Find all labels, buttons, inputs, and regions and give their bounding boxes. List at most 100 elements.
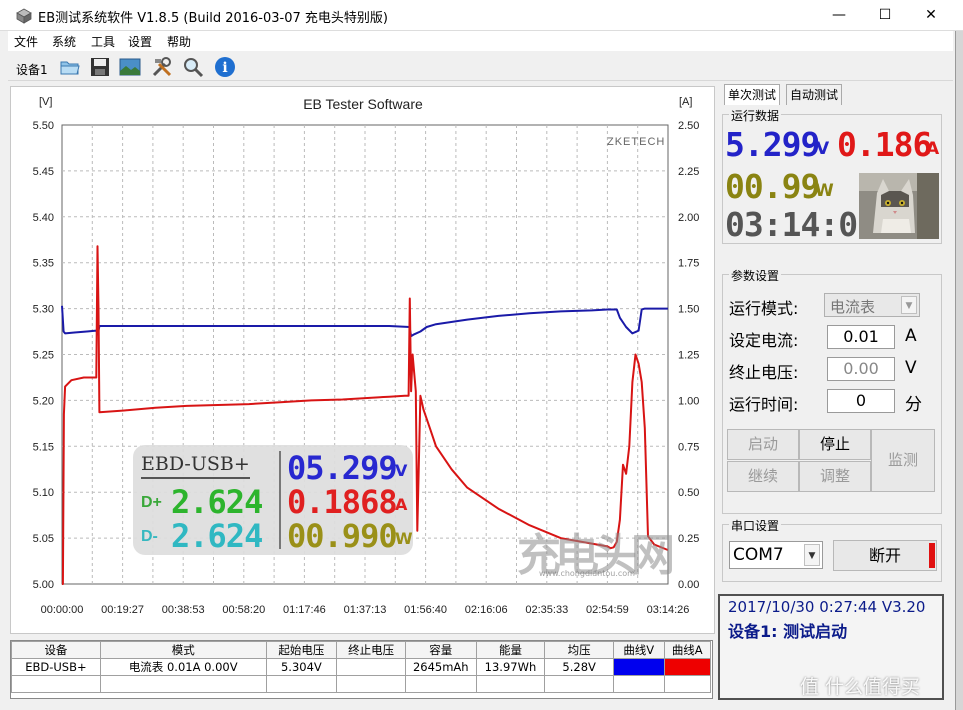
connection-status-indicator <box>929 543 935 568</box>
summary-grid: 设备 模式 起始电压 终止电压 容量 能量 均压 曲线V 曲线A EBD-USB… <box>10 640 713 699</box>
menu-settings[interactable]: 设置 <box>128 33 152 50</box>
right-tick-label: 2.50 <box>678 120 699 132</box>
x-tick-label: 02:16:06 <box>465 604 508 616</box>
start-button[interactable]: 启动 <box>727 429 799 460</box>
adjust-button[interactable]: 调整 <box>799 461 871 492</box>
site-watermark: 值 什么值得买 <box>800 676 921 698</box>
table-row[interactable]: EBD-USB+ 电流表 0.01A 0.00V 5.304V 2645mAh … <box>11 658 711 676</box>
app-icon <box>16 8 32 24</box>
left-tick-label: 5.30 <box>33 304 54 316</box>
mode-select[interactable]: 电流表 ▼ <box>824 293 920 317</box>
run-current-unit: A <box>926 139 940 159</box>
left-tick-label: 5.35 <box>33 258 54 270</box>
cell-start-voltage: 5.304V <box>265 658 338 676</box>
set-current-unit: A <box>905 326 917 346</box>
right-tick-label: 1.75 <box>678 258 699 270</box>
info-icon[interactable]: i <box>214 56 236 78</box>
run-voltage-unit: V <box>816 139 830 159</box>
chevron-down-icon: ▼ <box>901 296 917 314</box>
right-tick-label: 2.00 <box>678 212 699 224</box>
menu-tools[interactable]: 工具 <box>91 33 115 50</box>
run-time-field[interactable]: 0 <box>827 389 895 413</box>
x-tick-label: 02:35:33 <box>525 604 568 616</box>
x-tick-label: 02:54:59 <box>586 604 629 616</box>
x-tick-label: 00:58:20 <box>222 604 265 616</box>
set-current-label: 设定电流: <box>729 331 799 350</box>
x-tick-label: 00:19:27 <box>101 604 144 616</box>
tab-single-test[interactable]: 单次测试 <box>724 84 781 105</box>
background-window-edge <box>955 31 963 710</box>
left-tick-label: 5.25 <box>33 350 54 362</box>
right-tick-label: 1.00 <box>678 395 699 407</box>
search-icon[interactable] <box>182 56 204 78</box>
status-timestamp: 2017/10/30 0:27:44 V3.20 <box>728 598 926 616</box>
chart-title: EB Tester Software <box>303 96 423 112</box>
title-bar: EB测试系统软件 V1.8.5 (Build 2016-03-07 充电头特别版… <box>0 0 963 31</box>
right-tick-label: 0.25 <box>678 533 699 545</box>
serial-box: 串口设置 COM7 ▼ 断开 <box>722 517 942 582</box>
left-tick-label: 5.45 <box>33 166 54 178</box>
run-power-unit: W <box>815 181 834 201</box>
overlay-dminus-label: D- <box>141 528 158 545</box>
com-port-select[interactable]: COM7 ▼ <box>729 541 823 569</box>
status-message: 设备1: 测试启动 <box>728 622 848 641</box>
mode-select-value: 电流表 <box>830 298 876 316</box>
overlay-power-unit: W <box>395 529 413 548</box>
save-icon[interactable] <box>89 56 111 78</box>
open-folder-icon[interactable] <box>59 56 81 78</box>
overlay-device: EBD-USB+ <box>141 453 250 479</box>
right-tick-label: 0.75 <box>678 441 699 453</box>
watermark-zketech: ZKETECH <box>607 136 665 148</box>
cell-curve-a-swatch[interactable] <box>663 658 711 676</box>
tools-icon[interactable] <box>151 56 173 78</box>
chart-panel: 5.50 5.45 5.40 5.35 5.30 5.25 5.20 5.15 5.10 5.05… <box>10 86 715 634</box>
mode-label: 运行模式: <box>729 299 799 318</box>
overlay-dplus-value: 2.624 <box>171 483 263 521</box>
x-tick-label: 03:14:26 <box>647 604 690 616</box>
stop-voltage-field[interactable]: 0.00 <box>827 357 895 381</box>
cell-end-voltage <box>336 658 406 676</box>
left-tick-label: 5.00 <box>33 579 54 591</box>
left-axis-unit: [V] <box>39 96 52 108</box>
menu-bar: 文件 系统 工具 设置 帮助 <box>8 31 953 51</box>
menu-help[interactable]: 帮助 <box>167 33 191 50</box>
main-window: EB测试系统软件 V1.8.5 (Build 2016-03-07 充电头特别版… <box>0 0 963 710</box>
left-tick-label: 5.10 <box>33 487 54 499</box>
stop-button[interactable]: 停止 <box>799 429 871 460</box>
cell-energy: 13.97Wh <box>475 658 546 676</box>
params-box: 参数设置 运行模式: 电流表 ▼ 设定电流: 0.01 A 终止电压: 0.00… <box>722 267 942 514</box>
overlay-power: 00.990 <box>287 517 398 555</box>
tab-auto-test[interactable]: 自动测试 <box>786 84 843 105</box>
header-device: 设备 <box>11 641 101 659</box>
close-button[interactable]: ✕ <box>908 0 954 31</box>
stop-voltage-unit: V <box>905 358 917 378</box>
menu-file[interactable]: 文件 <box>14 33 38 50</box>
left-tick-label: 5.20 <box>33 395 54 407</box>
run-power: 00.99 <box>725 167 820 206</box>
maximize-button[interactable]: ☐ <box>862 0 908 31</box>
cell-curve-v-swatch[interactable] <box>613 658 665 676</box>
right-tick-label: 0.50 <box>678 487 699 499</box>
minimize-button[interactable]: — <box>816 0 862 31</box>
monitor-button[interactable]: 监测 <box>871 429 935 492</box>
cell-device: EBD-USB+ <box>11 658 101 676</box>
toolbar: 设备1 i <box>8 51 953 81</box>
menu-system[interactable]: 系统 <box>52 33 76 50</box>
cat-photo-icon <box>859 173 939 239</box>
serial-title: 串口设置 <box>729 517 782 534</box>
set-current-field[interactable]: 0.01 <box>827 325 895 349</box>
com-port-value: COM7 <box>733 545 784 565</box>
overlay-current-unit: A <box>395 495 408 514</box>
overlay-voltage-unit: V <box>395 461 408 480</box>
continue-button[interactable]: 继续 <box>727 461 799 492</box>
header-start-voltage: 起始电压 <box>265 641 338 659</box>
svg-text:i: i <box>222 60 227 76</box>
params-title: 参数设置 <box>729 267 782 284</box>
image-icon[interactable] <box>119 56 141 78</box>
run-current: 0.186 <box>837 125 932 164</box>
cell-avg-voltage: 5.28V <box>544 658 614 676</box>
disconnect-button[interactable]: 断开 <box>833 540 937 571</box>
run-time: 03:14:01 <box>725 205 877 244</box>
run-voltage: 5.299 <box>725 125 820 164</box>
run-data-box: 运行数据 5.299 V 0.186 A 00.99 W 03:14:01 <box>722 107 942 244</box>
